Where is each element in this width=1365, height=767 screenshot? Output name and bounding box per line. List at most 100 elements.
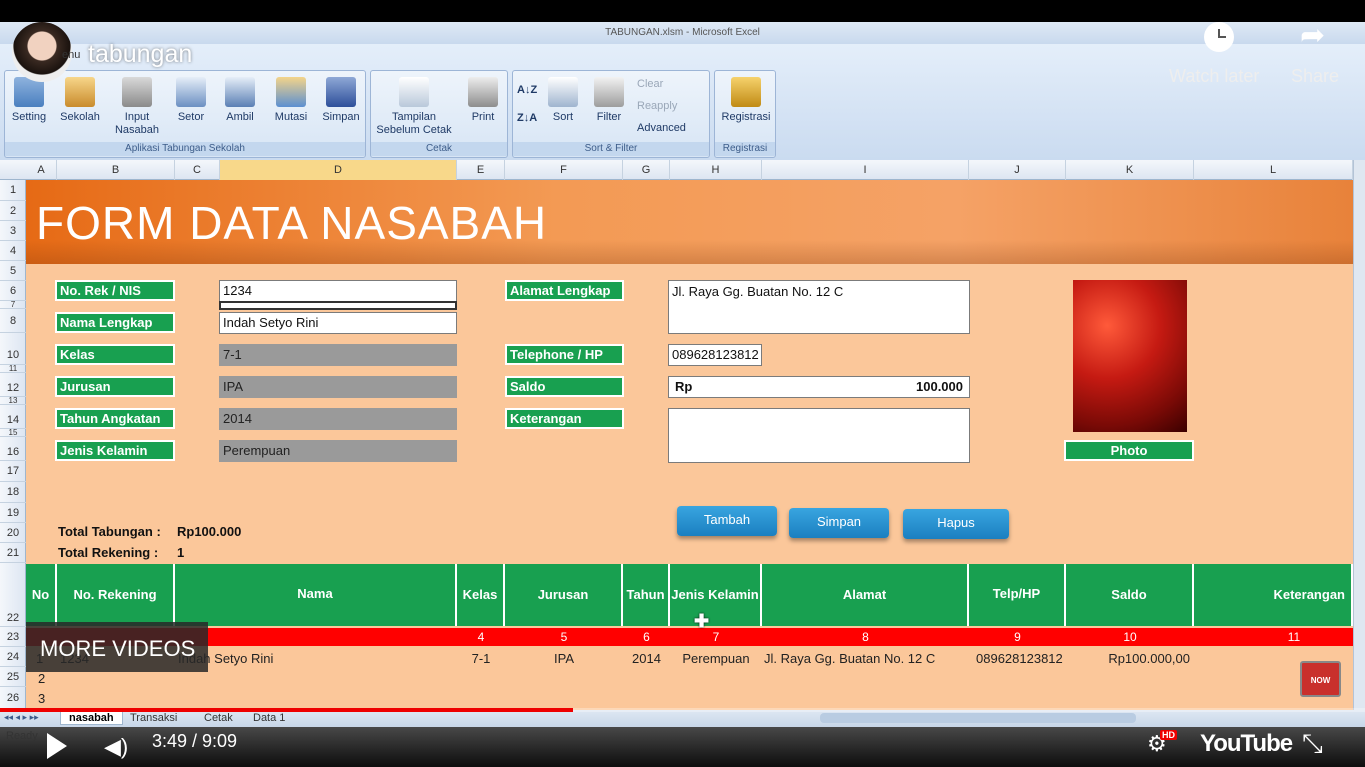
row-7[interactable]: 7	[0, 301, 26, 309]
col-j[interactable]: J	[969, 160, 1066, 180]
table-row-tahun[interactable]: 2014	[623, 650, 670, 668]
col-a[interactable]: A	[26, 160, 57, 180]
selected-cell[interactable]	[219, 301, 457, 310]
row-26[interactable]: 26	[0, 687, 26, 710]
sort-desc-icon[interactable]: Z↓A	[517, 111, 537, 125]
alamat-field[interactable]: Jl. Raya Gg. Buatan No. 12 C	[668, 280, 970, 334]
row-22[interactable]: 22	[0, 563, 26, 627]
table-row-kelas[interactable]: 7-1	[457, 650, 505, 668]
simpan-button[interactable]: Simpan	[789, 508, 889, 538]
row-14[interactable]: 14	[0, 405, 26, 429]
row-21[interactable]: 21	[0, 543, 26, 563]
sekolah-button[interactable]: Sekolah	[56, 75, 104, 124]
jurusan-field[interactable]: IPA	[219, 376, 457, 398]
table-row-telp[interactable]: 089628123812	[976, 650, 1063, 668]
row-13[interactable]: 13	[0, 397, 26, 405]
row-16[interactable]: 16	[0, 437, 26, 461]
tambah-button[interactable]: Tambah	[677, 506, 777, 536]
sort-icon	[548, 77, 578, 107]
tab-transaksi[interactable]: Transaksi	[130, 712, 177, 724]
share-icon[interactable]: ➦	[1300, 20, 1325, 52]
simpan-ribbon-button[interactable]: Simpan	[317, 75, 365, 124]
tampilan-button[interactable]: Tampilan Sebelum Cetak	[373, 75, 455, 137]
filter-button[interactable]: Filter	[585, 75, 633, 124]
ambil-button[interactable]: Ambil	[216, 75, 264, 124]
no-rek-field[interactable]: 1234	[219, 280, 457, 302]
table-row-jurusan[interactable]: IPA	[505, 650, 623, 668]
row-12[interactable]: 12	[0, 373, 26, 397]
row-18[interactable]: 18	[0, 482, 26, 503]
row-11[interactable]: 11	[0, 365, 26, 373]
col-g[interactable]: G	[623, 160, 670, 180]
col-f[interactable]: F	[505, 160, 623, 180]
progress-bar[interactable]	[0, 708, 574, 712]
print-label: Print	[471, 111, 495, 123]
play-icon[interactable]	[47, 733, 67, 759]
col-l[interactable]: L	[1194, 160, 1353, 180]
row-4[interactable]: 4	[0, 241, 26, 261]
col-c[interactable]: C	[175, 160, 220, 180]
tahun-field[interactable]: 2014	[219, 408, 457, 430]
kelas-field[interactable]: 7-1	[219, 344, 457, 366]
col-d[interactable]: D	[220, 160, 457, 180]
registrasi-button[interactable]: Registrasi	[719, 75, 773, 124]
sort-asc-icon[interactable]: A↓Z	[517, 83, 537, 97]
volume-icon[interactable]: ◀)	[104, 733, 128, 761]
row-1[interactable]: 1	[0, 180, 26, 201]
exit-fullscreen-icon[interactable]: ⤡	[1302, 729, 1323, 757]
row-15[interactable]: 15	[0, 429, 26, 437]
col-k[interactable]: K	[1066, 160, 1194, 180]
row-17[interactable]: 17	[0, 461, 26, 482]
keterangan-field[interactable]	[668, 408, 970, 463]
col-i[interactable]: I	[762, 160, 969, 180]
saldo-field[interactable]: Rp 100.000	[668, 376, 970, 398]
row-8[interactable]: 8	[0, 309, 26, 333]
share-label[interactable]: Share	[1291, 66, 1339, 87]
nama-field[interactable]: Indah Setyo Rini	[219, 312, 457, 334]
mutasi-button[interactable]: Mutasi	[267, 75, 315, 124]
row-24[interactable]: 24	[0, 647, 26, 667]
jenis-kelamin-field[interactable]: Perempuan	[219, 440, 457, 462]
sort-button[interactable]: Sort	[539, 75, 587, 124]
row-3[interactable]: 3	[0, 221, 26, 241]
subscribe-badge[interactable]: NOW	[1300, 661, 1341, 697]
row-20[interactable]: 20	[0, 523, 26, 543]
label-tahun: Tahun Angkatan	[55, 408, 175, 429]
watch-later-label[interactable]: Watch later	[1169, 66, 1259, 87]
table-row-alamat[interactable]: Jl. Raya Gg. Buatan No. 12 C	[764, 650, 935, 668]
advanced-button[interactable]: Advanced	[637, 121, 686, 135]
telp-field[interactable]: 089628123812	[668, 344, 762, 366]
col-h[interactable]: H	[670, 160, 762, 180]
vertical-scrollbar[interactable]	[1353, 160, 1365, 710]
row-25[interactable]: 25	[0, 667, 26, 687]
table-row-jk[interactable]: Perempuan	[670, 650, 762, 668]
table-row-saldo[interactable]: Rp100.000,00	[1066, 650, 1190, 668]
tab-nav-icon[interactable]: ◂◂ ◂ ▸ ▸▸	[4, 712, 39, 723]
table-row-no[interactable]: 3	[38, 690, 45, 708]
row-23[interactable]: 23	[0, 627, 26, 647]
reapply-button[interactable]: Reapply	[637, 99, 677, 113]
group-label: Cetak	[371, 142, 507, 156]
video-title[interactable]: tabungan	[88, 40, 192, 69]
row-19[interactable]: 19	[0, 503, 26, 523]
tab-data-1[interactable]: Data 1	[253, 712, 285, 724]
youtube-logo[interactable]: YouTube	[1200, 730, 1293, 758]
clock-icon[interactable]	[1204, 22, 1234, 52]
tab-nasabah[interactable]: nasabah	[60, 711, 123, 725]
col-e[interactable]: E	[457, 160, 505, 180]
table-row-no[interactable]: 2	[38, 670, 45, 688]
col-b[interactable]: B	[57, 160, 175, 180]
setting-button[interactable]: Setting	[5, 75, 53, 124]
input-nasabah-button[interactable]: Input Nasabah	[112, 75, 162, 137]
row-10[interactable]: 10	[0, 333, 26, 365]
row-6[interactable]: 6	[0, 281, 26, 301]
row-5[interactable]: 5	[0, 261, 26, 281]
hapus-button[interactable]: Hapus	[903, 509, 1009, 539]
clear-button[interactable]: Clear	[637, 77, 663, 91]
horizontal-scrollbar[interactable]	[820, 713, 1136, 723]
setor-button[interactable]: Setor	[167, 75, 215, 124]
more-videos-button[interactable]: MORE VIDEOS	[26, 622, 208, 672]
tab-cetak[interactable]: Cetak	[204, 712, 233, 724]
print-button[interactable]: Print	[459, 75, 507, 124]
row-2[interactable]: 2	[0, 201, 26, 221]
